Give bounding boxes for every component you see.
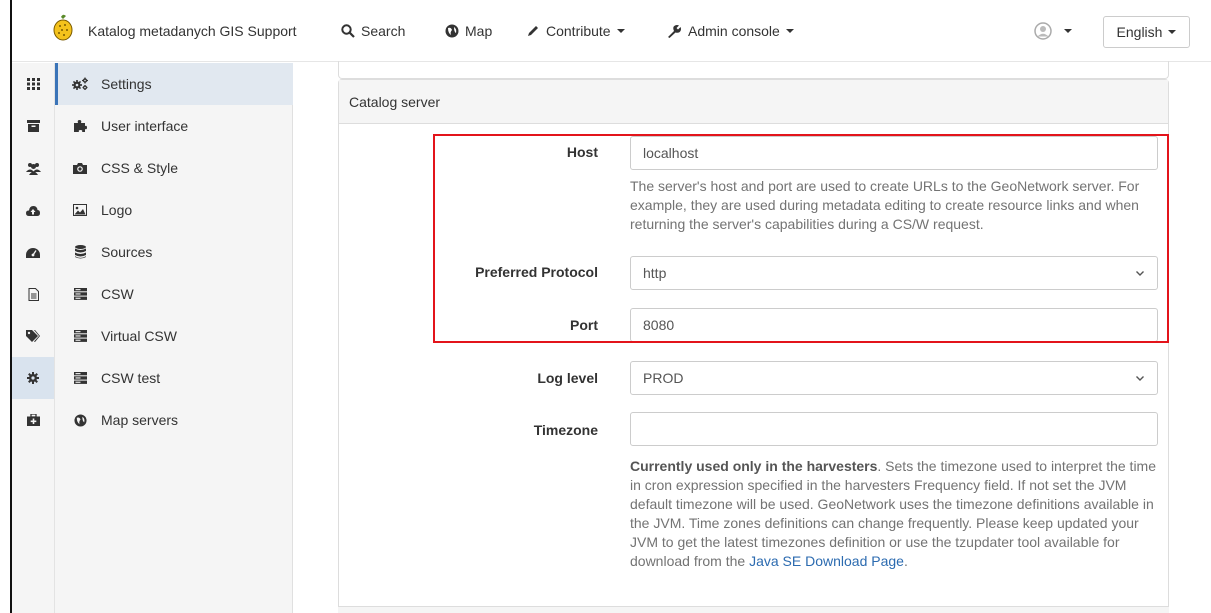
previous-panel-bottom: [338, 61, 1169, 79]
host-label: Host: [566, 144, 598, 160]
cloud-upload-icon: [26, 205, 40, 216]
host-value: localhost: [643, 145, 699, 161]
globe-icon: [73, 413, 87, 427]
menu-item-label: CSS & Style: [101, 160, 179, 176]
nav-contribute-dropdown[interactable]: Contribute: [526, 0, 625, 62]
java-se-download-link[interactable]: Java SE Download Page: [749, 553, 904, 569]
panel-title: Catalog server: [349, 93, 441, 110]
panel-heading: Catalog server: [339, 80, 1168, 124]
server-icon: [73, 330, 87, 342]
cog-icon: [27, 372, 39, 384]
menu-item-logo[interactable]: Logo: [55, 189, 293, 231]
menu-item-label: Virtual CSW: [101, 328, 177, 344]
menu-item-label: CSW test: [101, 370, 161, 386]
catalog-logo-icon[interactable]: [52, 13, 74, 44]
timezone-label: Timezone: [533, 422, 598, 438]
menu-item-label: Sources: [101, 244, 153, 260]
chevron-down-icon: [1136, 271, 1144, 276]
dashboard-icon: [26, 248, 40, 258]
admin-icon-rail: [12, 63, 55, 613]
menu-item-css-style[interactable]: CSS & Style: [55, 147, 293, 189]
rail-item-tools[interactable]: [12, 399, 54, 441]
protocol-value: http: [643, 265, 667, 281]
protocol-label: Preferred Protocol: [475, 264, 598, 280]
language-label: English: [1116, 24, 1163, 40]
nav-search[interactable]: Search: [341, 0, 405, 62]
timezone-help-text: Currently used only in the harvesters. S…: [630, 457, 1170, 571]
menu-item-label: CSW: [101, 286, 134, 302]
rail-item-settings[interactable]: [12, 357, 54, 399]
menu-item-user-interface[interactable]: User interface: [55, 105, 293, 147]
settings-menu: Settings User interface CSS & Style Logo…: [55, 63, 293, 613]
grid-icon: [26, 78, 40, 90]
puzzle-icon: [74, 120, 87, 132]
log-level-select[interactable]: PROD: [630, 361, 1158, 395]
image-icon: [73, 204, 87, 216]
timezone-help-end: .: [903, 553, 908, 569]
chevron-down-icon: [785, 29, 794, 33]
menu-item-label: User interface: [101, 118, 189, 134]
log-level-value: PROD: [643, 370, 684, 386]
rail-item-metadata[interactable]: [12, 105, 54, 147]
timezone-help-bold: Currently used only in the harvesters: [630, 458, 878, 474]
port-value: 8080: [643, 317, 675, 333]
nav-admin-label: Admin console: [688, 23, 780, 39]
server-icon: [73, 288, 87, 300]
menu-item-map-servers[interactable]: Map servers: [55, 399, 293, 441]
settings-content: Catalog server Host localhost The server…: [293, 61, 1211, 613]
users-icon: [25, 162, 41, 175]
port-label: Port: [570, 317, 598, 333]
tags-icon: [26, 330, 40, 342]
nav-map[interactable]: Map: [445, 0, 492, 62]
catalog-title-link[interactable]: Katalog metadanych GIS Support: [88, 0, 297, 62]
cogs-icon: [71, 77, 88, 90]
archive-icon: [26, 120, 40, 132]
medkit-icon: [26, 414, 40, 426]
menu-item-virtual-csw[interactable]: Virtual CSW: [55, 315, 293, 357]
globe-icon: [445, 24, 459, 38]
language-select-button[interactable]: English: [1103, 16, 1190, 48]
catalog-title: Katalog metadanych GIS Support: [88, 23, 297, 39]
pencil-icon: [528, 26, 538, 36]
menu-item-csw[interactable]: CSW: [55, 273, 293, 315]
menu-item-csw-test[interactable]: CSW test: [55, 357, 293, 399]
rail-item-classification[interactable]: [12, 315, 54, 357]
nav-map-label: Map: [465, 23, 493, 39]
port-input[interactable]: 8080: [630, 308, 1158, 342]
file-text-icon: [28, 287, 39, 301]
log-level-label: Log level: [537, 370, 598, 386]
rail-item-dashboard[interactable]: [12, 63, 54, 105]
chevron-down-icon: [1168, 30, 1177, 34]
host-help-text: The server's host and port are used to c…: [630, 178, 1140, 232]
protocol-select[interactable]: http: [630, 256, 1158, 290]
nav-search-label: Search: [361, 23, 406, 39]
menu-item-sources[interactable]: Sources: [55, 231, 293, 273]
rail-item-statistics[interactable]: [12, 231, 54, 273]
wrench-icon: [668, 25, 681, 38]
chevron-down-icon: [616, 29, 625, 33]
host-input[interactable]: localhost: [630, 136, 1158, 170]
menu-item-settings[interactable]: Settings: [55, 63, 293, 105]
top-navbar: Katalog metadanych GIS Support Search Ma…: [12, 0, 1211, 62]
nav-contribute-label: Contribute: [546, 23, 611, 39]
server-icon: [73, 372, 87, 384]
rail-item-harvesting[interactable]: [12, 189, 54, 231]
menu-item-label: Logo: [101, 202, 133, 218]
chevron-down-icon: [1136, 376, 1144, 381]
chevron-down-icon: [1064, 29, 1072, 33]
timezone-input[interactable]: [630, 412, 1158, 446]
user-menu-dropdown[interactable]: [1034, 0, 1072, 62]
menu-item-label: Settings: [101, 76, 152, 92]
database-icon: [74, 245, 86, 259]
next-panel-top: [338, 606, 1169, 613]
camera-icon: [73, 163, 87, 174]
search-icon: [341, 24, 355, 38]
rail-item-users[interactable]: [12, 147, 54, 189]
nav-admin-dropdown[interactable]: Admin console: [667, 0, 794, 62]
user-avatar-icon: [1034, 22, 1052, 40]
menu-item-label: Map servers: [101, 412, 179, 428]
rail-item-reports[interactable]: [12, 273, 54, 315]
